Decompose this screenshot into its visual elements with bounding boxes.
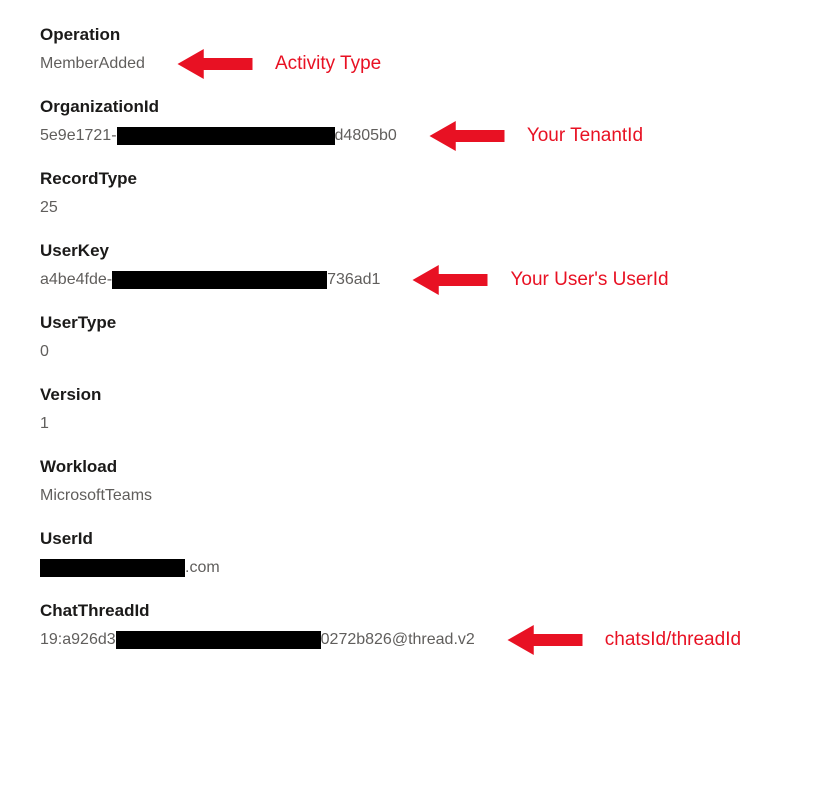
field-value-text: 0 <box>40 343 49 361</box>
field-value-text: MemberAdded <box>40 55 145 73</box>
field-value-text: 19:a926d3 <box>40 631 116 649</box>
field-value-line: a4be4fde- 736ad1 Your User's UserId <box>40 269 786 291</box>
field-value-line: 19:a926d3 0272b826@thread.v2 chatsId/threa… <box>40 629 786 651</box>
field-row: Operation MemberAdded Activity Type <box>40 25 786 75</box>
redacted-segment <box>40 559 185 577</box>
field-label: UserId <box>40 529 786 549</box>
field-label: Version <box>40 385 786 405</box>
arrow-left-icon <box>175 49 255 79</box>
field-value-text: 736ad1 <box>327 271 380 289</box>
field-row: OrganizationId 5e9e1721- d4805b0 Your Tenan… <box>40 97 786 147</box>
field-row: RecordType 25 <box>40 169 786 219</box>
field-label: UserType <box>40 313 786 333</box>
redacted-segment <box>117 127 335 145</box>
field-value-line: 0 <box>40 341 786 363</box>
field-label: ChatThreadId <box>40 601 786 621</box>
field-value-text: 0272b826@thread.v2 <box>321 631 475 649</box>
field-value-line: 25 <box>40 197 786 219</box>
field-value-text: a4be4fde- <box>40 271 112 289</box>
field-value-line: MemberAdded Activity Type <box>40 53 786 75</box>
field-label: Operation <box>40 25 786 45</box>
field-row: Version 1 <box>40 385 786 435</box>
field-label: RecordType <box>40 169 786 189</box>
audit-fields-container: Operation MemberAdded Activity Type Organiz… <box>40 25 786 651</box>
field-value-line: 5e9e1721- d4805b0 Your TenantId <box>40 125 786 147</box>
arrow-left-icon <box>410 265 490 295</box>
field-value-text: .com <box>185 559 220 577</box>
redacted-segment <box>112 271 327 289</box>
field-label: OrganizationId <box>40 97 786 117</box>
field-value-text: MicrosoftTeams <box>40 487 152 505</box>
field-row: UserType 0 <box>40 313 786 363</box>
field-row: UserKey a4be4fde- 736ad1 Your User's UserId <box>40 241 786 291</box>
field-value-line: .com <box>40 557 786 579</box>
field-value-text: 1 <box>40 415 49 433</box>
annotation-text: Your TenantId <box>527 125 643 147</box>
field-value-text: 25 <box>40 199 58 217</box>
field-value-text: d4805b0 <box>335 127 397 145</box>
field-row: Workload MicrosoftTeams <box>40 457 786 507</box>
field-row: ChatThreadId 19:a926d3 0272b826@thread.v2 c… <box>40 601 786 651</box>
arrow-left-icon <box>505 625 585 655</box>
field-label: UserKey <box>40 241 786 261</box>
field-value-line: 1 <box>40 413 786 435</box>
field-value-text: 5e9e1721- <box>40 127 117 145</box>
annotation-text: chatsId/threadId <box>605 629 741 651</box>
arrow-left-icon <box>427 121 507 151</box>
redacted-segment <box>116 631 321 649</box>
field-value-line: MicrosoftTeams <box>40 485 786 507</box>
annotation-text: Activity Type <box>275 53 381 75</box>
field-label: Workload <box>40 457 786 477</box>
field-row: UserId .com <box>40 529 786 579</box>
annotation-text: Your User's UserId <box>510 269 668 291</box>
